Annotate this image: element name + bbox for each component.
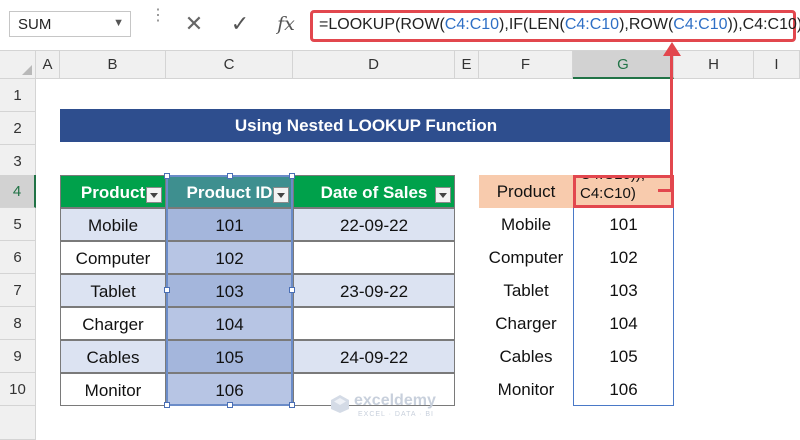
table-cell[interactable]: Monitor bbox=[60, 373, 166, 406]
result-cell[interactable]: 105 bbox=[573, 340, 674, 373]
column-header-c[interactable]: C bbox=[166, 51, 293, 79]
header-label: Product bbox=[80, 183, 146, 202]
row-header-6[interactable]: 6 bbox=[0, 241, 36, 274]
formula-range-ref-plain: C4:C10 bbox=[742, 16, 797, 33]
table-cell[interactable]: 101 bbox=[166, 208, 293, 241]
row-header-11[interactable] bbox=[0, 406, 36, 440]
callout-arrow-line bbox=[670, 55, 673, 192]
formula-range-ref: C4:C10 bbox=[673, 16, 728, 33]
formula-part: ),IF(LEN( bbox=[499, 16, 565, 33]
formula-part: ),ROW( bbox=[619, 16, 674, 33]
column-header-b[interactable]: B bbox=[60, 51, 166, 79]
editing-text-line: C4:C10)), bbox=[580, 178, 645, 183]
formula-range-ref: C4:C10 bbox=[444, 16, 500, 33]
table-cell[interactable]: 23-09-22 bbox=[293, 274, 455, 307]
watermark-tagline: EXCEL · DATA · BI bbox=[358, 411, 434, 418]
result-cell[interactable]: 106 bbox=[573, 373, 674, 406]
table-cell[interactable]: 105 bbox=[166, 340, 293, 373]
column-header-h[interactable]: H bbox=[674, 51, 754, 79]
column-header-a[interactable]: A bbox=[36, 51, 60, 79]
result-cell[interactable]: Cables bbox=[479, 340, 573, 373]
row-header-4[interactable]: 4 bbox=[0, 175, 36, 208]
table-cell[interactable] bbox=[293, 307, 455, 340]
table-cell[interactable]: Cables bbox=[60, 340, 166, 373]
result-cell[interactable]: Monitor bbox=[479, 373, 573, 406]
table-cell[interactable]: 24-09-22 bbox=[293, 340, 455, 373]
result-cell[interactable]: 101 bbox=[573, 208, 674, 241]
table-cell[interactable]: Computer bbox=[60, 241, 166, 274]
arrow-up-icon bbox=[663, 42, 681, 56]
row-header-3[interactable]: 3 bbox=[0, 145, 36, 178]
table-header-date-of-sales[interactable]: Date of Sales bbox=[293, 175, 455, 208]
filter-dropdown-icon[interactable] bbox=[435, 187, 451, 203]
result-cell[interactable]: Computer bbox=[479, 241, 573, 274]
result-cell[interactable]: Tablet bbox=[479, 274, 573, 307]
table-cell[interactable]: Mobile bbox=[60, 208, 166, 241]
cancel-icon[interactable]: ✕ bbox=[180, 10, 208, 38]
header-label: Product ID bbox=[186, 183, 273, 202]
insert-function-icon[interactable]: fx bbox=[272, 10, 300, 38]
table-cell[interactable]: 104 bbox=[166, 307, 293, 340]
row-header-8[interactable]: 8 bbox=[0, 307, 36, 340]
table-cell[interactable]: 103 bbox=[166, 274, 293, 307]
select-all-icon bbox=[22, 65, 32, 75]
select-all-corner[interactable] bbox=[0, 51, 36, 79]
row-header-1[interactable]: 1 bbox=[0, 79, 36, 112]
formula-part: )), bbox=[727, 16, 743, 33]
table-cell[interactable]: Charger bbox=[60, 307, 166, 340]
name-box[interactable]: SUM ▼ bbox=[9, 11, 131, 37]
column-header-g[interactable]: G bbox=[573, 51, 674, 79]
watermark-brand: exceldemy bbox=[354, 392, 436, 409]
result-cell[interactable]: Mobile bbox=[479, 208, 573, 241]
column-header-e[interactable]: E bbox=[455, 51, 479, 79]
result-header-product[interactable]: Product bbox=[479, 175, 573, 208]
row-header-2[interactable]: 2 bbox=[0, 112, 36, 145]
row-header-5[interactable]: 5 bbox=[0, 208, 36, 241]
table-cell[interactable] bbox=[293, 241, 455, 274]
callout-arrow-line bbox=[658, 189, 673, 192]
column-header-d[interactable]: D bbox=[293, 51, 455, 79]
column-header-f[interactable]: F bbox=[479, 51, 573, 79]
name-box-value: SUM bbox=[18, 16, 52, 33]
result-cell[interactable]: 104 bbox=[573, 307, 674, 340]
table-cell[interactable]: 22-09-22 bbox=[293, 208, 455, 241]
formula-part: =LOOKUP(ROW( bbox=[319, 16, 445, 33]
row-header-7[interactable]: 7 bbox=[0, 274, 36, 307]
exceldemy-logo-icon bbox=[331, 395, 349, 413]
filter-dropdown-icon[interactable] bbox=[273, 187, 289, 203]
grip-icon: ⋮ bbox=[150, 7, 166, 24]
row-header-10[interactable]: 10 bbox=[0, 373, 36, 406]
sheet-title[interactable]: Using Nested LOOKUP Function bbox=[60, 109, 672, 142]
formula-text: =LOOKUP(ROW(C4:C10),IF(LEN(C4:C10),ROW(C… bbox=[319, 16, 800, 34]
chevron-down-icon[interactable]: ▼ bbox=[113, 17, 124, 29]
column-header-i[interactable]: I bbox=[754, 51, 800, 79]
result-cell[interactable]: 102 bbox=[573, 241, 674, 274]
table-cell[interactable]: 106 bbox=[166, 373, 293, 406]
row-header-9[interactable]: 9 bbox=[0, 340, 36, 373]
formula-input[interactable]: =LOOKUP(ROW(C4:C10),IF(LEN(C4:C10),ROW(C… bbox=[310, 10, 800, 42]
filter-dropdown-icon[interactable] bbox=[146, 187, 162, 203]
table-cell[interactable]: Tablet bbox=[60, 274, 166, 307]
result-cell[interactable]: Charger bbox=[479, 307, 573, 340]
result-cell[interactable]: 103 bbox=[573, 274, 674, 307]
formula-range-ref: C4:C10 bbox=[564, 16, 620, 33]
enter-icon[interactable]: ✓ bbox=[226, 10, 254, 38]
editing-text-line: C4:C10) bbox=[580, 185, 636, 202]
header-label: Date of Sales bbox=[320, 183, 428, 202]
table-cell[interactable]: 102 bbox=[166, 241, 293, 274]
